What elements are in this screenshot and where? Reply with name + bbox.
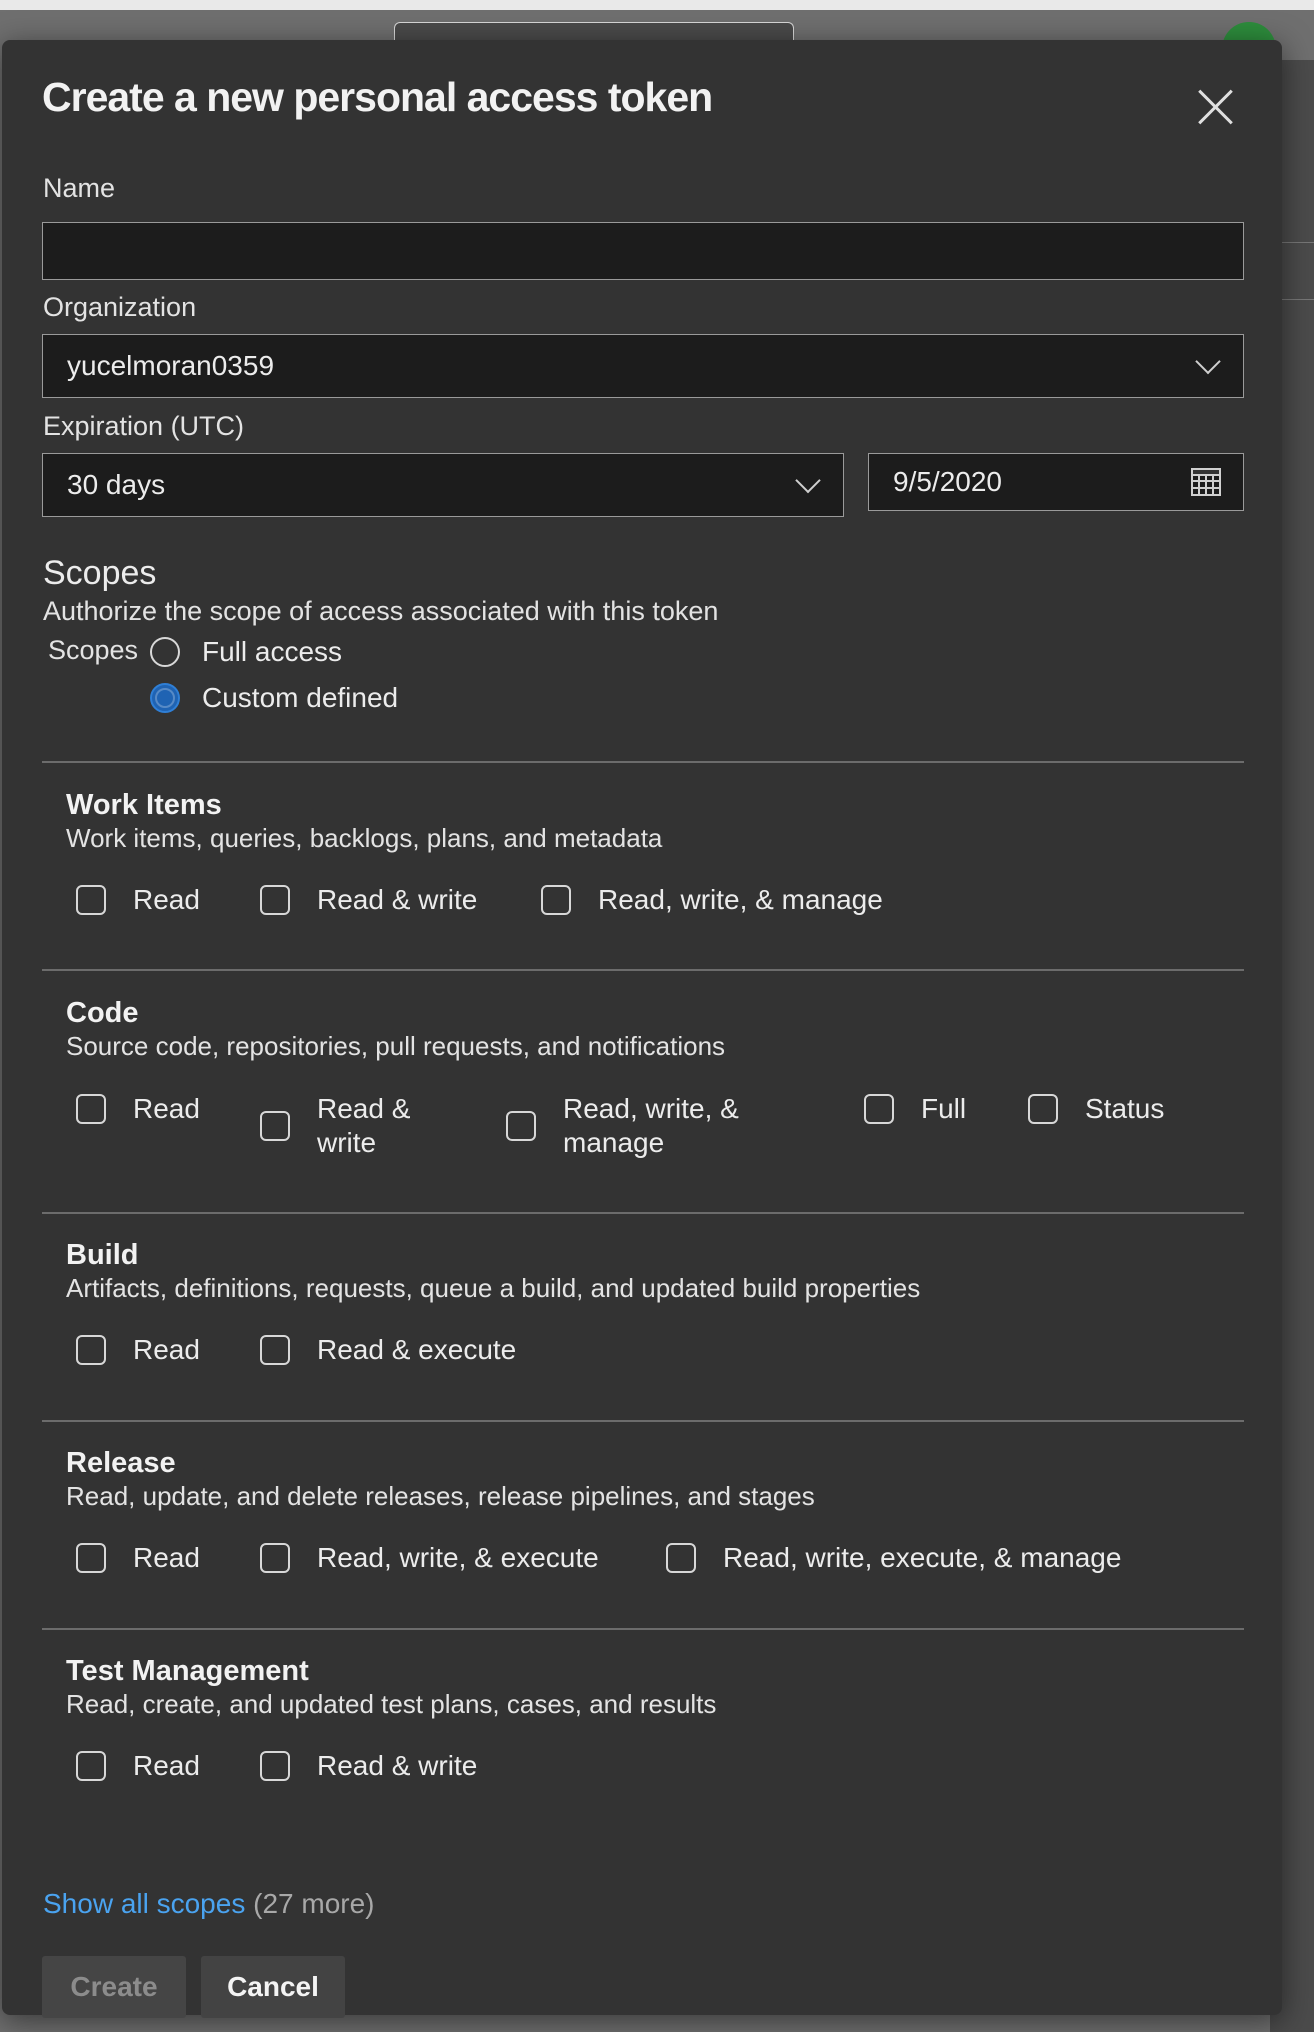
checkbox-code-status[interactable]: Status bbox=[1028, 1092, 1164, 1126]
divider bbox=[42, 1212, 1244, 1214]
divider bbox=[42, 969, 1244, 971]
checkbox[interactable] bbox=[76, 885, 106, 915]
radio-button-selected[interactable] bbox=[150, 683, 180, 713]
name-label: Name bbox=[43, 173, 116, 203]
checkbox-code-manage[interactable]: Read, write, & manage bbox=[506, 1092, 763, 1160]
checkbox-release-read[interactable]: Read bbox=[76, 1541, 200, 1575]
create-token-dialog: Create a new personal access token Name … bbox=[2, 40, 1282, 2018]
scopes-description: Authorize the scope of access associated… bbox=[43, 596, 719, 626]
checkbox-label: Read & write bbox=[317, 884, 478, 915]
checkbox-label: Read, write, & execute bbox=[317, 1542, 599, 1573]
organization-value: yucelmoran0359 bbox=[67, 350, 275, 381]
checkbox[interactable] bbox=[76, 1335, 106, 1365]
checkbox-label: Read & execute bbox=[317, 1334, 517, 1365]
section-description: Work items, queries, backlogs, plans, an… bbox=[66, 823, 663, 853]
checkbox-label: Read bbox=[133, 1334, 200, 1365]
checkbox-code-read-write[interactable]: Read & write bbox=[260, 1092, 417, 1160]
checkbox-label: Read & write bbox=[317, 1093, 411, 1158]
checkbox-label: Read, write, & manage bbox=[563, 1093, 739, 1158]
checkbox-release-manage[interactable]: Read, write, execute, & manage bbox=[666, 1541, 1121, 1575]
more-scopes-count: (27 more) bbox=[253, 1888, 375, 1919]
checkbox-release-read-write-execute[interactable]: Read, write, & execute bbox=[260, 1541, 599, 1575]
divider bbox=[42, 1628, 1244, 1630]
cancel-button[interactable]: Cancel bbox=[201, 1956, 345, 2018]
checkbox-label: Read bbox=[133, 1093, 200, 1124]
expiration-date-field[interactable]: 9/5/2020 bbox=[868, 453, 1244, 511]
checkbox[interactable] bbox=[76, 1751, 106, 1781]
expiration-date-value: 9/5/2020 bbox=[893, 466, 1002, 497]
checkbox-test-read-write[interactable]: Read & write bbox=[260, 1749, 477, 1783]
show-all-scopes-link[interactable]: Show all scopes bbox=[43, 1888, 245, 1919]
checkbox-build-read[interactable]: Read bbox=[76, 1333, 200, 1367]
divider bbox=[42, 1420, 1244, 1422]
radio-label: Full access bbox=[202, 636, 343, 667]
checkbox[interactable] bbox=[864, 1094, 894, 1124]
section-title-work-items: Work Items bbox=[66, 789, 222, 821]
checkbox-work-items-read[interactable]: Read bbox=[76, 883, 200, 917]
create-button[interactable]: Create bbox=[42, 1956, 186, 2018]
section-title-test-management: Test Management bbox=[66, 1655, 309, 1687]
checkbox-label: Read, write, & manage bbox=[598, 884, 883, 915]
checkbox-label: Full bbox=[921, 1093, 967, 1124]
section-title-release: Release bbox=[66, 1447, 176, 1479]
expiration-select[interactable]: 30 days bbox=[42, 453, 844, 517]
background-topbar bbox=[0, 0, 1314, 10]
checkbox[interactable] bbox=[260, 1543, 290, 1573]
radio-full-access[interactable]: Full access bbox=[150, 636, 342, 668]
close-icon[interactable] bbox=[1194, 86, 1238, 130]
name-input[interactable] bbox=[42, 222, 1244, 280]
checkbox[interactable] bbox=[666, 1543, 696, 1573]
scopes-radio-label: Scopes bbox=[48, 635, 139, 665]
expiration-value: 30 days bbox=[67, 469, 166, 500]
section-title-build: Build bbox=[66, 1239, 139, 1271]
section-description: Source code, repositories, pull requests… bbox=[66, 1031, 726, 1061]
dialog-title: Create a new personal access token bbox=[42, 74, 713, 120]
checkbox-work-items-read-write[interactable]: Read & write bbox=[260, 883, 477, 917]
checkbox-code-read[interactable]: Read bbox=[76, 1092, 200, 1126]
radio-custom-defined[interactable]: Custom defined bbox=[150, 682, 398, 714]
checkbox[interactable] bbox=[76, 1094, 106, 1124]
checkbox-test-read[interactable]: Read bbox=[76, 1749, 200, 1783]
checkbox-label: Read bbox=[133, 1542, 200, 1573]
section-description: Read, create, and updated test plans, ca… bbox=[66, 1689, 717, 1719]
checkbox-label: Read bbox=[133, 1750, 200, 1781]
checkbox[interactable] bbox=[260, 885, 290, 915]
checkbox[interactable] bbox=[541, 885, 571, 915]
checkbox[interactable] bbox=[260, 1111, 290, 1141]
checkbox[interactable] bbox=[260, 1751, 290, 1781]
checkbox[interactable] bbox=[76, 1543, 106, 1573]
checkbox[interactable] bbox=[1028, 1094, 1058, 1124]
radio-button[interactable] bbox=[150, 637, 180, 667]
checkbox[interactable] bbox=[260, 1335, 290, 1365]
scopes-heading: Scopes bbox=[43, 554, 157, 592]
checkbox-label: Read & write bbox=[317, 1750, 478, 1781]
section-description: Read, update, and delete releases, relea… bbox=[66, 1481, 815, 1511]
chevron-down-icon bbox=[1195, 348, 1221, 375]
section-title-code: Code bbox=[66, 997, 139, 1029]
checkbox-build-read-execute[interactable]: Read & execute bbox=[260, 1333, 516, 1367]
divider bbox=[42, 761, 1244, 763]
checkbox-code-full[interactable]: Full bbox=[864, 1092, 966, 1126]
organization-label: Organization bbox=[43, 292, 197, 322]
radio-label: Custom defined bbox=[202, 682, 399, 713]
checkbox-label: Read bbox=[133, 884, 200, 915]
checkbox-label: Read, write, execute, & manage bbox=[723, 1542, 1122, 1573]
checkbox[interactable] bbox=[506, 1111, 536, 1141]
calendar-icon[interactable] bbox=[1191, 468, 1221, 496]
checkbox-label: Status bbox=[1085, 1093, 1165, 1124]
show-all-scopes: Show all scopes (27 more) bbox=[43, 1888, 375, 1920]
checkbox-work-items-manage[interactable]: Read, write, & manage bbox=[541, 883, 883, 917]
background-control bbox=[1278, 242, 1314, 300]
organization-select[interactable]: yucelmoran0359 bbox=[42, 334, 1244, 398]
chevron-down-icon bbox=[795, 467, 821, 494]
section-description: Artifacts, definitions, requests, queue … bbox=[66, 1273, 921, 1303]
expiration-label: Expiration (UTC) bbox=[43, 411, 245, 441]
